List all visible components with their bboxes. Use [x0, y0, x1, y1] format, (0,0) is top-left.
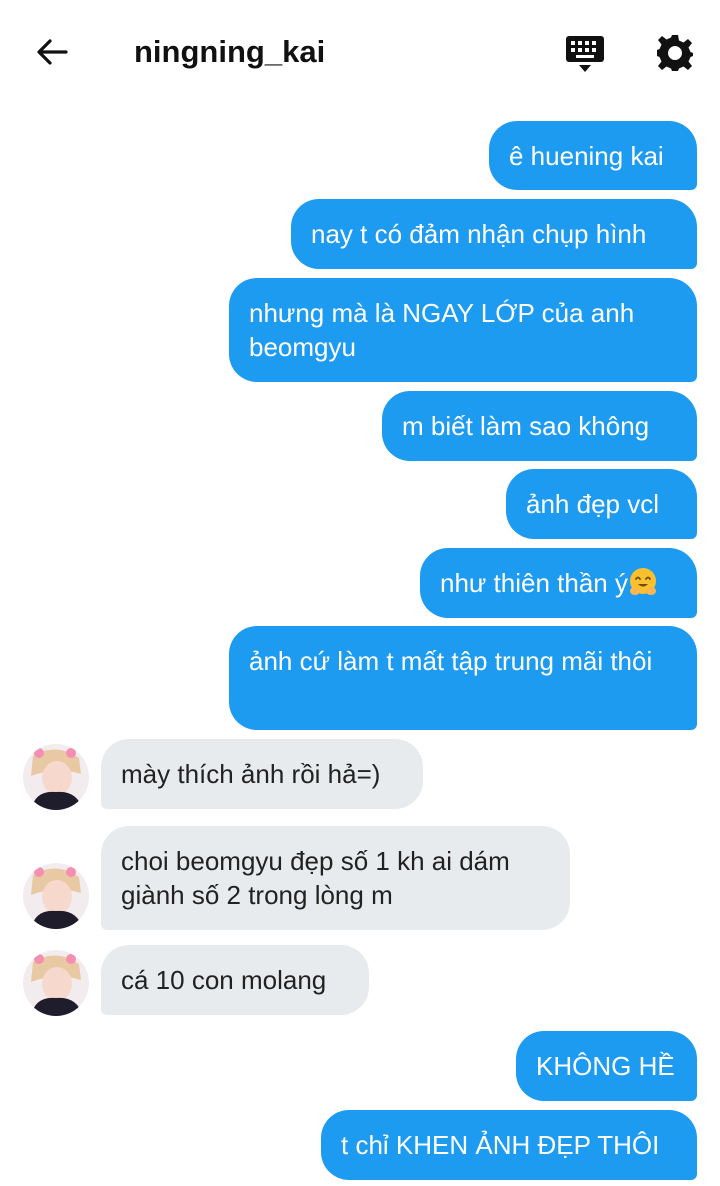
- message-bubble-sent[interactable]: ê huening kai: [489, 121, 697, 190]
- back-button[interactable]: [28, 28, 76, 76]
- chat-header: ningning_kai: [0, 0, 720, 105]
- message-bubble-sent[interactable]: nhưng mà là NGAY LỚP của anh beomgyu: [229, 278, 697, 382]
- message-text: như thiên thần ý: [440, 568, 628, 598]
- keyboard-icon: [566, 36, 604, 72]
- keyboard-button[interactable]: [560, 28, 610, 78]
- avatar[interactable]: [23, 950, 89, 1016]
- message-bubble-received[interactable]: choi beomgyu đẹp số 1 kh ai dám giành số…: [101, 826, 570, 930]
- message-bubble-sent[interactable]: t chỉ KHEN ẢNH ĐẸP THÔI: [321, 1110, 697, 1180]
- message-bubble-sent[interactable]: m biết làm sao không: [382, 391, 697, 461]
- message-text: choi beomgyu đẹp số 1 kh ai dám giành số…: [121, 846, 510, 910]
- profile-photo-icon: [23, 950, 89, 1016]
- message-text: nhưng mà là NGAY LỚP của anh beomgyu: [249, 298, 635, 362]
- message-text: t chỉ KHEN ẢNH ĐẸP THÔI: [341, 1130, 660, 1160]
- message-bubble-received[interactable]: cá 10 con molang: [101, 945, 369, 1015]
- message-text: mày thích ảnh rồi hả=): [121, 759, 381, 789]
- message-text: nay t có đảm nhận chụp hình: [311, 219, 647, 249]
- avatar[interactable]: [23, 744, 89, 810]
- profile-photo-icon: [23, 863, 89, 929]
- avatar[interactable]: [23, 863, 89, 929]
- message-bubble-sent[interactable]: ảnh cứ làm t mất tập trung mãi thôi: [229, 626, 697, 730]
- profile-photo-icon: [23, 744, 89, 810]
- message-bubble-sent[interactable]: KHÔNG HỀ: [516, 1031, 697, 1101]
- message-bubble-received[interactable]: mày thích ảnh rồi hả=): [101, 739, 423, 809]
- smiling-face-with-open-hands-emoji: [629, 568, 656, 595]
- message-bubble-sent[interactable]: như thiên thần ý: [420, 548, 697, 618]
- message-text: cá 10 con molang: [121, 965, 327, 995]
- message-bubble-sent[interactable]: nay t có đảm nhận chụp hình: [291, 199, 697, 269]
- conversation-title: ningning_kai: [134, 34, 326, 69]
- message-text: ê huening kai: [509, 141, 664, 171]
- arrow-left-icon: [37, 39, 68, 65]
- message-bubble-sent[interactable]: ảnh đẹp vcl: [506, 469, 697, 539]
- gear-icon: [657, 35, 693, 71]
- message-text: ảnh đẹp vcl: [526, 489, 659, 519]
- settings-button[interactable]: [650, 28, 700, 78]
- message-text: KHÔNG HỀ: [536, 1051, 675, 1081]
- message-text: ảnh cứ làm t mất tập trung mãi thôi: [249, 646, 653, 676]
- message-text: m biết làm sao không: [402, 411, 650, 441]
